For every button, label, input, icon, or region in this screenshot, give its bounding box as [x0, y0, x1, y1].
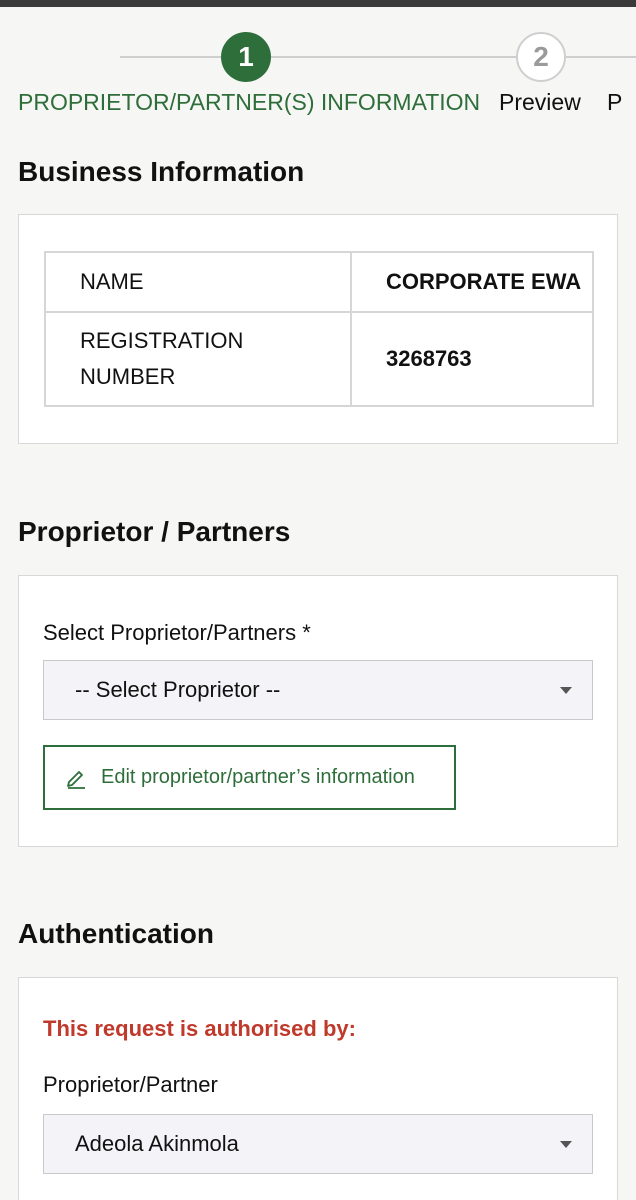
- step-1-label[interactable]: PROPRIETOR/PARTNER(S) INFORMATION: [18, 89, 480, 116]
- page: 1 2 PROPRIETOR/PARTNER(S) INFORMATION Pr…: [0, 0, 636, 1200]
- caret-down-icon: [560, 687, 572, 694]
- stepper-line-left: [120, 56, 221, 58]
- proprietor-select-value: -- Select Proprietor --: [75, 677, 281, 702]
- proprietor-partner-label: Proprietor/Partner: [43, 1072, 218, 1097]
- business-name-value: CORPORATE EWA: [350, 251, 594, 313]
- pencil-icon: [65, 767, 87, 789]
- table-row: NAME CORPORATE EWA: [44, 251, 594, 313]
- table-row: REGISTRATION NUMBER 3268763: [44, 311, 594, 407]
- select-partners-label: Select Proprietor/Partners *: [43, 620, 311, 645]
- authentication-heading: Authentication: [18, 918, 214, 949]
- edit-proprietor-button[interactable]: Edit proprietor/partner’s information: [43, 745, 456, 810]
- registration-number-value: 3268763: [350, 311, 594, 407]
- progress-stepper: 1 2 PROPRIETOR/PARTNER(S) INFORMATION Pr…: [0, 7, 636, 127]
- step-2-label[interactable]: Preview: [499, 89, 581, 116]
- registration-number-label: REGISTRATION NUMBER: [44, 311, 352, 407]
- edit-proprietor-label: Edit proprietor/partner’s information: [101, 766, 415, 788]
- proprietor-select[interactable]: -- Select Proprietor --: [43, 660, 593, 720]
- business-info-card: NAME CORPORATE EWA REGISTRATION NUMBER 3…: [18, 214, 618, 444]
- business-info-table: NAME CORPORATE EWA REGISTRATION NUMBER 3…: [44, 251, 594, 407]
- stepper-line-middle: [271, 56, 516, 58]
- authorised-by-note: This request is authorised by:: [43, 1016, 356, 1041]
- step-3-label[interactable]: P: [607, 89, 622, 116]
- stepper-line-right: [566, 56, 636, 58]
- partners-card: Select Proprietor/Partners * -- Select P…: [18, 575, 618, 847]
- business-name-label: NAME: [44, 251, 352, 313]
- authorising-partner-value: Adeola Akinmola: [75, 1131, 239, 1156]
- business-info-heading: Business Information: [18, 156, 305, 187]
- step-2-circle[interactable]: 2: [516, 32, 566, 82]
- step-1-circle[interactable]: 1: [221, 32, 271, 82]
- top-status-bar: [0, 0, 636, 7]
- partners-heading: Proprietor / Partners: [18, 516, 291, 547]
- caret-down-icon: [560, 1141, 572, 1148]
- authentication-card: This request is authorised by: Proprieto…: [18, 977, 618, 1200]
- authorising-partner-select[interactable]: Adeola Akinmola: [43, 1114, 593, 1174]
